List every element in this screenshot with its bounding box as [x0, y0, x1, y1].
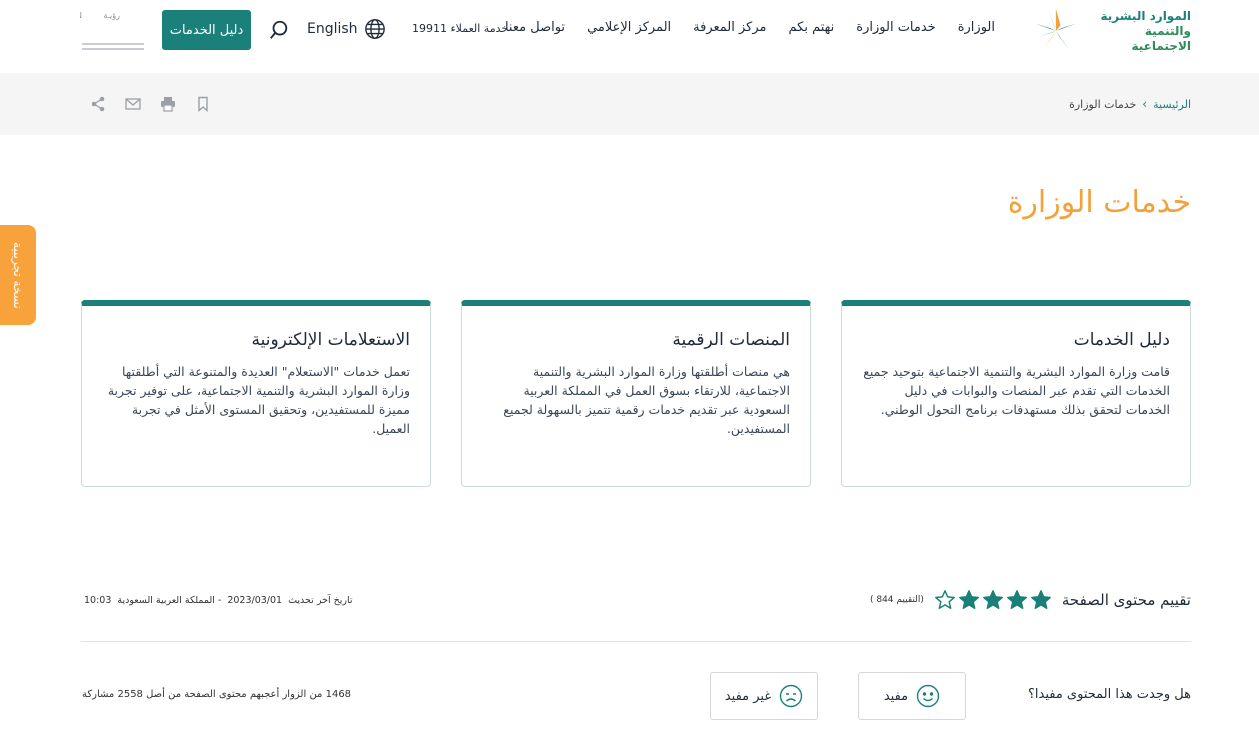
card-title: دليل الخدمات	[1073, 330, 1170, 350]
print-button[interactable]	[150, 96, 185, 112]
print-icon	[160, 97, 175, 112]
card-body: تعمل خدمات "الاستعلام" العديدة والمتنوعة…	[107, 364, 410, 436]
mail-icon	[124, 98, 141, 110]
chevron-left-icon: ›	[1142, 97, 1148, 111]
vision-arabic-text: رؤيـة	[103, 11, 120, 20]
feedback-question: هل وجدت هذا المحتوى مفيدا؟	[1028, 687, 1191, 702]
nav-item-knowledge-center[interactable]: مركز المعرفة	[682, 20, 777, 35]
language-switch[interactable]: English	[307, 18, 386, 40]
bookmark-button[interactable]	[185, 96, 220, 112]
sad-face-icon	[779, 684, 803, 708]
logo-text: الموارد البشرية والتنمية الاجتماعية	[1089, 9, 1191, 54]
share-button[interactable]	[80, 96, 115, 112]
logo-line-2: والتنمية الاجتماعية	[1131, 23, 1191, 53]
breadcrumb-bar: الرئيسية › خدمات الوزارة	[0, 73, 1259, 135]
main-nav: الوزارة خدمات الوزارة نهتم بكم مركز المع…	[494, 20, 1006, 35]
ministry-emblem-icon	[1035, 8, 1077, 50]
logo-line-1: الموارد البشرية	[1100, 8, 1191, 23]
star-filled-icon[interactable]	[1006, 589, 1028, 611]
rating-count: (التقييم 844 )	[869, 595, 924, 605]
last-updated: تاريخ آخر تحديث 2023/03/01 - المملكة الع…	[84, 595, 353, 606]
ministry-logo[interactable]: الموارد البشرية والتنمية الاجتماعية	[1027, 4, 1191, 58]
star-filled-icon[interactable]	[982, 589, 1004, 611]
last-updated-zone: - المملكة العربية السعودية	[117, 595, 222, 606]
page-tools	[80, 96, 220, 112]
card-title: المنصات الرقمية	[672, 330, 790, 350]
language-label: English	[307, 21, 358, 37]
card-digital-platforms[interactable]: المنصات الرقمية هي منصات أطلقتها وزارة ا…	[461, 300, 811, 487]
nav-item-ministry[interactable]: الوزارة	[947, 20, 1006, 35]
nav-item-ministry-services[interactable]: خدمات الوزارة	[845, 20, 946, 35]
card-title: الاستعلامات الإلكترونية	[251, 330, 410, 350]
vision-year-text: 2030	[80, 20, 81, 45]
star-filled-icon[interactable]	[1030, 589, 1052, 611]
last-updated-date: 2023/03/01	[227, 595, 283, 606]
beta-version-label: نسخة تجريبية	[11, 241, 25, 309]
last-updated-time: 10:03	[84, 595, 112, 606]
card-electronic-inquiries[interactable]: الاستعلامات الإلكترونية تعمل خدمات "الاس…	[81, 300, 431, 487]
breadcrumb: الرئيسية › خدمات الوزارة	[1069, 97, 1191, 111]
page-title: خدمات الوزارة	[1007, 185, 1191, 220]
star-empty-icon[interactable]	[934, 589, 956, 611]
card-body: هي منصات أطلقتها وزارة الموارد البشرية و…	[503, 364, 790, 436]
page-rating: تقييم محتوى الصفحة (التقييم 844 )	[870, 589, 1191, 611]
svg-text:VISION: VISION	[80, 11, 82, 20]
not-helpful-label: غير مفيد	[724, 688, 772, 704]
helpful-label: مفيد	[883, 688, 909, 704]
search-icon[interactable]	[268, 19, 290, 41]
feedback-stats: 1468 من الزوار أعجبهم محتوى الصفحة من أص…	[82, 689, 352, 700]
smile-icon	[916, 684, 940, 708]
share-icon	[91, 96, 104, 112]
nav-item-we-care[interactable]: نهتم بكم	[778, 20, 846, 35]
globe-icon	[364, 19, 385, 39]
card-body: قامت وزارة الموارد البشرية والتنمية الاج…	[863, 364, 1170, 417]
rating-label: تقييم محتوى الصفحة	[1061, 591, 1191, 609]
nav-item-media-center[interactable]: المركز الإعلامي	[576, 20, 682, 35]
last-updated-label: تاريخ آخر تحديث	[288, 595, 353, 606]
not-helpful-button[interactable]: غير مفيد	[710, 672, 818, 720]
section-divider	[81, 641, 1191, 642]
star-filled-icon[interactable]	[958, 589, 980, 611]
beta-version-tab[interactable]: نسخة تجريبية	[0, 225, 36, 325]
card-services-guide[interactable]: دليل الخدمات قامت وزارة الموارد البشرية …	[841, 300, 1191, 487]
customer-service-number[interactable]: خدمة العملاء 19911	[412, 22, 508, 35]
bookmark-icon	[197, 96, 208, 112]
site-header: الموارد البشرية والتنمية الاجتماعية الوز…	[0, 0, 1259, 73]
email-button[interactable]	[115, 96, 150, 112]
breadcrumb-home-link[interactable]: الرئيسية	[1153, 98, 1191, 111]
rating-stars	[934, 589, 1052, 611]
vision-2030-logo: VISION رؤيـة 2030	[80, 11, 144, 50]
services-guide-button[interactable]: دليل الخدمات	[162, 10, 251, 50]
helpful-button[interactable]: مفيد	[858, 672, 966, 720]
breadcrumb-current: خدمات الوزارة	[1069, 97, 1137, 111]
